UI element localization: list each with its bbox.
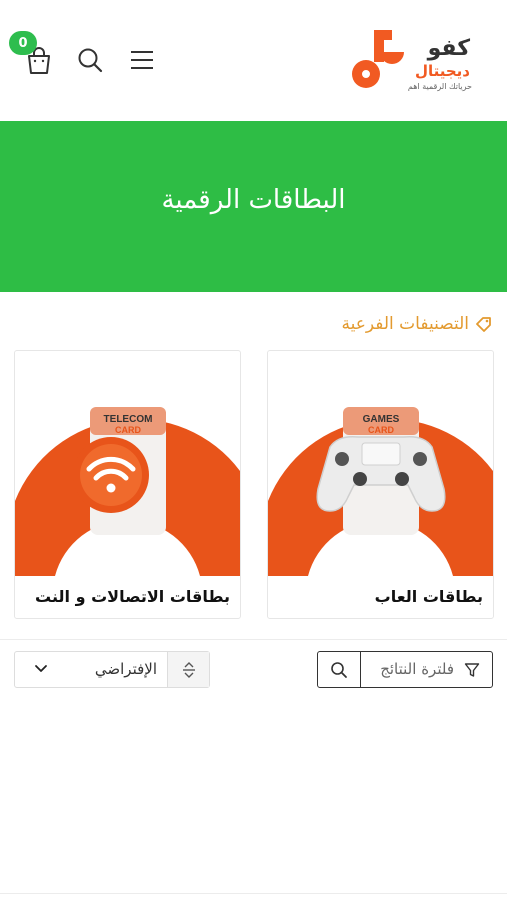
logo-tagline: حرياتك الرقمية اهم (407, 82, 472, 91)
page-title: البطاقات الرقمية (161, 184, 346, 215)
sort-selected-value: الإفتراضي (94, 660, 157, 678)
games-card-label: بطاقات العاب (374, 587, 483, 606)
section-divider (0, 639, 507, 640)
funnel-filter-icon (464, 663, 480, 677)
filter-results-button[interactable]: فلترة النتائج (317, 651, 493, 688)
logo-wordmark: كفو (427, 36, 470, 61)
games-badge-bottom: CARD (368, 425, 394, 435)
logo-mark-icon (352, 30, 404, 88)
hamburger-menu-icon (131, 51, 153, 69)
chevron-down-icon (35, 665, 47, 672)
tags-icon (476, 317, 491, 332)
subcategories-heading-text: التصنيفات الفرعية (341, 314, 470, 334)
telecom-badge-top: TELECOM (104, 414, 153, 425)
logo-subtitle: ديجيتال (414, 62, 470, 80)
site-header: 0 كفو ديجيتال حرياتك الرقمية اهم (0, 0, 507, 120)
telecom-card-label: بطاقات الاتصالات و النت (35, 587, 230, 606)
sort-select[interactable]: الإفتراضي (14, 651, 210, 688)
subcategory-card-telecom[interactable]: TELECOM CARD بطاقات الاتصالات و النت (14, 350, 241, 619)
sort-arrows-icon (182, 661, 195, 678)
site-logo[interactable]: كفو ديجيتال حرياتك الرقمية اهم (344, 22, 476, 98)
telecom-badge-bottom: CARD (115, 425, 141, 435)
subcategories-heading: التصنيفات الفرعية (342, 314, 494, 334)
sort-order-toggle[interactable] (167, 652, 209, 687)
search-icon (331, 661, 347, 678)
telecom-card-image: TELECOM CARD (15, 351, 240, 576)
menu-button[interactable] (128, 48, 156, 72)
filter-results-label: فلترة النتائج (380, 660, 454, 678)
filter-search-button[interactable] (318, 652, 361, 687)
cart-count-badge: 0 (9, 31, 37, 55)
bottom-divider (0, 893, 507, 894)
search-button[interactable] (76, 46, 104, 74)
subcategory-card-games[interactable]: GAMES CARD بطاقات العاب (267, 350, 494, 619)
search-icon (78, 48, 103, 73)
category-hero-banner: البطاقات الرقمية (0, 121, 507, 292)
games-card-image: GAMES CARD (268, 351, 493, 576)
games-badge-top: GAMES (363, 414, 400, 425)
